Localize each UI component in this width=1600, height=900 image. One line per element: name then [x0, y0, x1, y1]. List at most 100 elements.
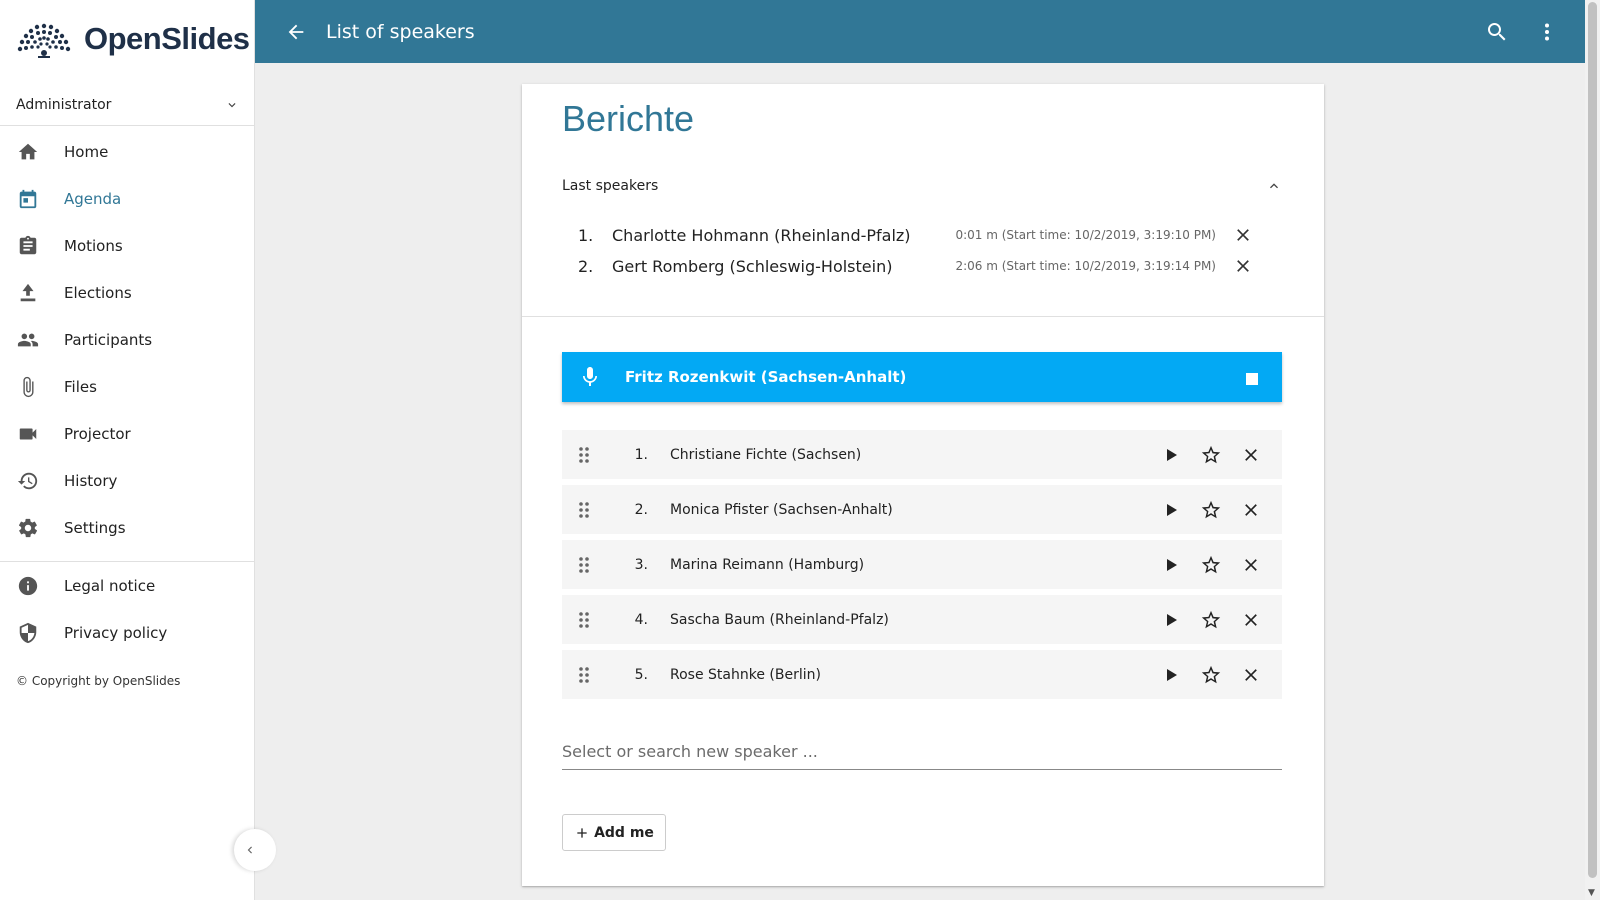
mark-speaker-button[interactable] — [1191, 600, 1231, 640]
videocam-icon — [16, 422, 40, 446]
chevron-up-icon — [1270, 183, 1278, 189]
back-button[interactable] — [276, 12, 316, 52]
remove-speaker-button[interactable] — [1231, 545, 1271, 585]
drag-handle-icon[interactable] — [562, 556, 606, 574]
sidebar-item-label: Home — [64, 142, 109, 161]
star-outline-icon — [1201, 500, 1221, 518]
speaker-queue-name: Christiane Fichte (Sachsen) — [670, 446, 862, 463]
sidebar-item-label: Privacy policy — [64, 623, 168, 642]
new-speaker-search-input[interactable] — [562, 734, 1282, 770]
star-outline-icon — [1201, 610, 1221, 628]
mark-speaker-button[interactable] — [1191, 490, 1231, 530]
start-speech-button[interactable] — [1151, 655, 1191, 695]
drag-handle-icon[interactable] — [562, 611, 606, 629]
sidebar-item-files[interactable]: Files — [0, 363, 255, 410]
shield-icon — [16, 621, 40, 645]
remove-speaker-button[interactable] — [1231, 600, 1271, 640]
play-icon — [1167, 558, 1177, 571]
user-name: Administrator — [16, 96, 112, 113]
logo[interactable]: OpenSlides — [16, 18, 250, 60]
start-speech-button[interactable] — [1151, 600, 1191, 640]
agenda-item-title: Berichte — [562, 98, 695, 139]
start-speech-button[interactable] — [1151, 545, 1191, 585]
star-outline-icon — [1201, 665, 1221, 683]
sidebar-item-label: Elections — [64, 283, 132, 302]
sidebar-item-label: Participants — [64, 330, 153, 349]
mark-speaker-button[interactable] — [1191, 545, 1231, 585]
scrollbar-thumb[interactable] — [1588, 2, 1597, 878]
current-speaker-name: Fritz Rozenkwit (Sachsen-Anhalt) — [625, 368, 907, 386]
add-me-button[interactable]: Add me — [562, 814, 666, 851]
speaker-queue-name: Marina Reimann (Hamburg) — [670, 556, 865, 573]
user-menu[interactable]: Administrator — [0, 84, 255, 126]
start-speech-button[interactable] — [1151, 435, 1191, 475]
mic-icon — [583, 367, 597, 386]
copyright-text: © Copyright by OpenSlides — [16, 674, 181, 688]
play-icon — [1167, 448, 1177, 461]
sidebar-item-motions[interactable]: Motions — [0, 222, 255, 269]
remove-last-speaker-button[interactable] — [1232, 255, 1254, 277]
close-icon — [1237, 229, 1249, 241]
remove-speaker-button[interactable] — [1231, 490, 1271, 530]
plus-icon — [577, 827, 587, 838]
sidebar-item-label: Agenda — [64, 189, 122, 208]
collapse-sidebar-button[interactable] — [234, 829, 276, 871]
stop-icon — [1246, 373, 1258, 385]
sidebar-item-projector[interactable]: Projector — [0, 410, 255, 457]
arrow-back-icon — [288, 24, 304, 39]
close-icon — [1245, 613, 1257, 626]
last-speakers-expander[interactable]: Last speakers — [562, 174, 1282, 198]
sidebar-item-privacy-policy[interactable]: Privacy policy — [0, 609, 255, 656]
sidebar-item-agenda[interactable]: Agenda — [0, 175, 255, 222]
remove-speaker-button[interactable] — [1231, 435, 1271, 475]
speaker-queue-number: 1. — [634, 446, 648, 463]
scroll-down-arrow-icon[interactable]: ▼ — [1588, 888, 1595, 898]
close-icon — [1237, 260, 1249, 272]
speaker-queue-row: 5. Rose Stahnke (Berlin) — [562, 650, 1282, 699]
last-speaker-row: 2. Gert Romberg (Schleswig-Holstein) 2:0… — [578, 253, 1254, 279]
last-speaker-duration: 2:06 m (Start time: 10/2/2019, 3:19:14 P… — [955, 259, 1216, 273]
more-options-button[interactable] — [1527, 12, 1567, 52]
last-speaker-name: Gert Romberg (Schleswig-Holstein) — [612, 256, 893, 276]
mark-speaker-button[interactable] — [1191, 435, 1231, 475]
remove-last-speaker-button[interactable] — [1232, 224, 1254, 246]
close-icon — [1245, 668, 1257, 681]
sidebar-item-label: History — [64, 471, 118, 490]
toolbar: List of speakers — [255, 0, 1585, 63]
sidebar-item-participants[interactable]: Participants — [0, 316, 255, 363]
speaker-queue-row: 3. Marina Reimann (Hamburg) — [562, 540, 1282, 589]
speaker-queue-number: 2. — [634, 501, 648, 518]
sidebar-item-label: Motions — [64, 236, 123, 255]
home-icon — [16, 140, 40, 164]
search-button[interactable] — [1477, 12, 1517, 52]
close-icon — [1245, 503, 1257, 516]
last-speaker-name: Charlotte Hohmann (Rheinland-Pfalz) — [612, 225, 911, 245]
list-of-speakers-card: Berichte Last speakers 1. Charlotte Hohm… — [522, 84, 1324, 886]
start-speech-button[interactable] — [1151, 490, 1191, 530]
speaker-queue-name: Monica Pfister (Sachsen-Anhalt) — [670, 501, 893, 518]
sidebar-item-legal-notice[interactable]: Legal notice — [0, 562, 255, 609]
section-divider — [522, 316, 1324, 317]
sidebar-item-history[interactable]: History — [0, 457, 255, 504]
stop-speaker-button[interactable] — [1234, 359, 1270, 395]
sidebar-item-settings[interactable]: Settings — [0, 504, 255, 551]
gear-icon — [16, 516, 40, 540]
play-icon — [1167, 668, 1177, 681]
drag-handle-icon[interactable] — [562, 666, 606, 684]
speaker-queue-number: 4. — [634, 611, 648, 628]
clipboard-icon — [16, 234, 40, 258]
mark-speaker-button[interactable] — [1191, 655, 1231, 695]
remove-speaker-button[interactable] — [1231, 655, 1271, 695]
play-icon — [1167, 503, 1177, 516]
drag-handle-icon[interactable] — [562, 446, 606, 464]
speaker-queue-number: 3. — [634, 556, 648, 573]
sidebar-item-elections[interactable]: Elections — [0, 269, 255, 316]
sidebar-item-home[interactable]: Home — [0, 128, 255, 175]
calendar-icon — [16, 187, 40, 211]
speaker-queue-name: Rose Stahnke (Berlin) — [670, 666, 821, 683]
last-speaker-duration: 0:01 m (Start time: 10/2/2019, 3:19:10 P… — [955, 228, 1216, 242]
sidebar-item-label: Settings — [64, 518, 126, 537]
drag-handle-icon[interactable] — [562, 501, 606, 519]
speaker-queue-number: 5. — [634, 666, 648, 683]
scrollbar[interactable]: ▼ — [1585, 0, 1600, 900]
